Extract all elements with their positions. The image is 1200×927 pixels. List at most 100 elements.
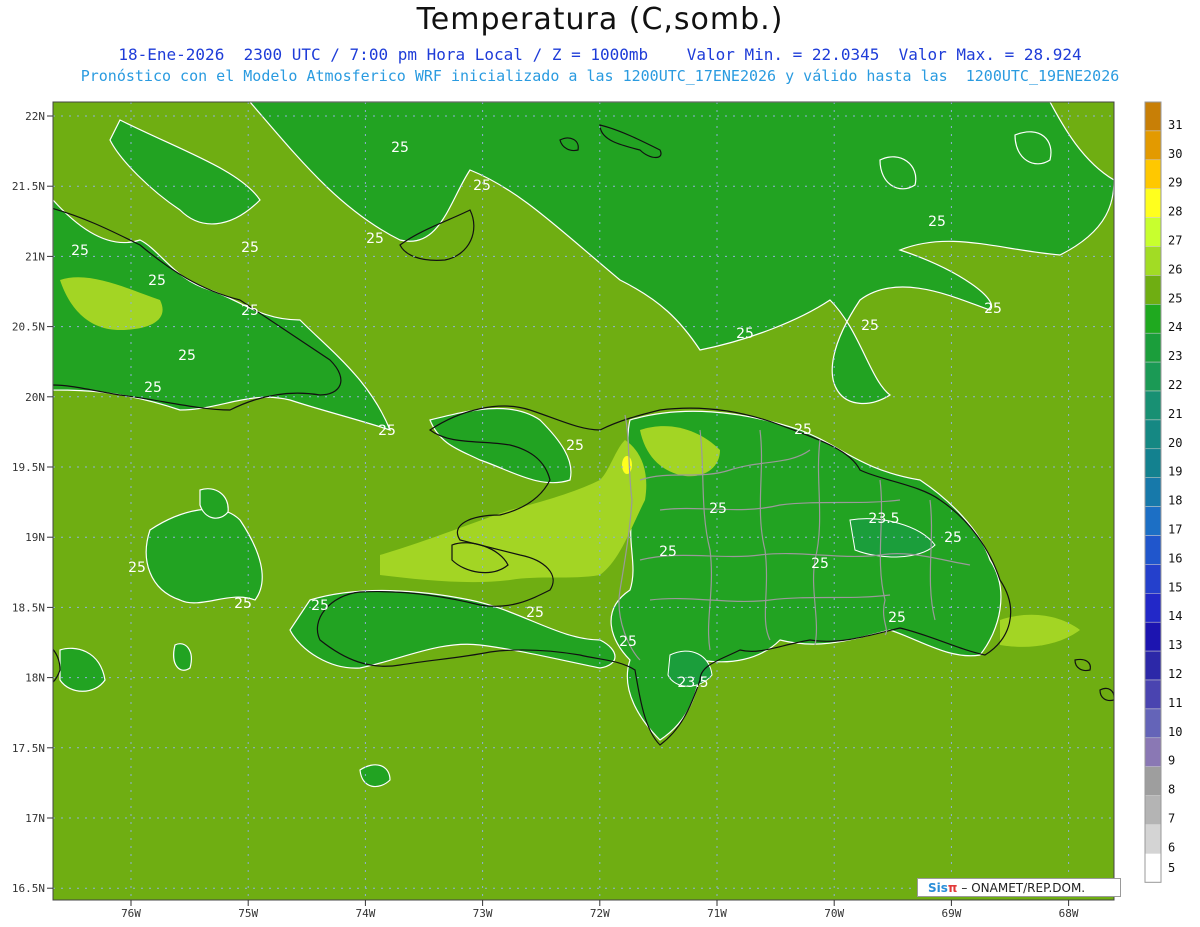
credit-brand-sis: Sis <box>928 881 948 895</box>
contour-value-label: 25 <box>311 598 329 614</box>
lon-tick-label: 73W <box>473 907 493 920</box>
colorbar-label: 13 <box>1168 638 1182 652</box>
lon-tick-label: 68W <box>1059 907 1079 920</box>
colorbar-swatch <box>1144 304 1162 334</box>
colorbar-label: 10 <box>1168 725 1182 739</box>
color-scale-legend: 31 30 29 28 27 26 25 24 23 22 21 20 19 18 17 16 15 14 13 12… <box>1144 101 1182 883</box>
colorbar-swatch <box>1144 506 1162 536</box>
lat-tick-label: 17.5N <box>12 742 45 755</box>
contour-value-label: 25 <box>378 423 396 439</box>
contour-value-label: 25 <box>366 231 384 247</box>
colorbar-swatch <box>1144 708 1162 739</box>
colorbar-swatch <box>1144 593 1162 623</box>
colorbar-swatch <box>1144 564 1162 594</box>
contour-value-label: 25 <box>234 596 252 612</box>
contour-value-label: 25 <box>659 544 677 560</box>
max-temp-spot <box>622 456 632 474</box>
credit-badge: Sisπ – ONAMET/REP.DOM. <box>917 878 1121 897</box>
contour-value-label: 25 <box>794 422 812 438</box>
lat-tick-label: 17N <box>25 812 45 825</box>
credit-brand-pi: π <box>947 881 958 895</box>
colorbar-swatch <box>1144 130 1162 161</box>
colorbar-swatch <box>1144 275 1162 305</box>
contour-value-label: 25 <box>928 214 946 230</box>
contour-value-label: 25 <box>148 273 166 289</box>
contour-value-label: 25 <box>71 243 89 259</box>
contour-value-label: 25 <box>128 560 146 576</box>
colorbar-label: 28 <box>1168 205 1182 219</box>
lon-tick-label: 70W <box>824 907 844 920</box>
colorbar-swatch <box>1144 332 1162 363</box>
colorbar-label: 20 <box>1168 436 1182 450</box>
lat-tick-label: 20N <box>25 391 45 404</box>
colorbar-swatch <box>1144 795 1162 825</box>
lat-tick-label: 21.5N <box>12 180 45 193</box>
colorbar-label: 7 <box>1168 812 1175 826</box>
colorbar-label: 22 <box>1168 378 1182 392</box>
lat-tick-label: 19N <box>25 531 45 544</box>
colorbar-label: 18 <box>1168 494 1182 508</box>
contour-value-label: 25 <box>984 301 1002 317</box>
credit-text: – ONAMET/REP.DOM. <box>961 881 1086 895</box>
colorbar-swatch <box>1144 217 1162 247</box>
colorbar-label: 29 <box>1168 176 1182 190</box>
colorbar-swatch <box>1144 419 1162 450</box>
west-24-small-b <box>173 643 192 671</box>
contour-value-label: 25 <box>944 530 962 546</box>
contour-value-label: 25 <box>811 556 829 572</box>
colorbar-label: 12 <box>1168 667 1182 681</box>
longitude-axis: 76W 75W 74W 73W 72W 71W 70W 69W 68W <box>121 900 1079 920</box>
colorbar-label: 11 <box>1168 696 1182 710</box>
contour-value-label: 25 <box>888 610 906 626</box>
colorbar-label: 26 <box>1168 262 1182 276</box>
colorbar-label: 14 <box>1168 609 1182 623</box>
colorbar-label: 19 <box>1168 465 1182 479</box>
temperature-map: 25 25 25 25 25 25 25 25 25 25 25 25 25 25 25 25 25 25 25 25… <box>12 101 1182 920</box>
contour-value-label: 25 <box>178 348 196 364</box>
contour-value-label: 25 <box>526 605 544 621</box>
colorbar-label: 27 <box>1168 234 1182 248</box>
colorbar-label: 8 <box>1168 783 1175 797</box>
lon-tick-label: 75W <box>238 907 258 920</box>
colorbar-label: 23 <box>1168 349 1182 363</box>
lon-tick-label: 74W <box>355 907 375 920</box>
latitude-axis: 22N 21.5N 21N 20.5N 20N 19.5N 19N 18.5N 18N 17.5N… <box>12 110 53 895</box>
lon-tick-label: 71W <box>707 907 727 920</box>
lat-tick-label: 19.5N <box>12 461 45 474</box>
colorbar-swatch <box>1144 535 1162 565</box>
colorbar-label: 30 <box>1168 147 1182 161</box>
colorbar-label: 31 <box>1168 118 1182 132</box>
lon-tick-label: 72W <box>590 907 610 920</box>
lat-tick-label: 18N <box>25 672 45 685</box>
colorbar-label: 25 <box>1168 291 1182 305</box>
contour-value-label: 25 <box>391 140 409 156</box>
colorbar-swatch <box>1144 737 1162 767</box>
lon-tick-label: 76W <box>121 907 141 920</box>
contour-value-label: 25 <box>619 634 637 650</box>
colorbar-swatch <box>1144 679 1162 710</box>
colorbar-swatch <box>1144 824 1162 854</box>
contour-value-label: 25 <box>144 380 162 396</box>
colorbar-swatch <box>1144 448 1162 478</box>
colorbar-swatch <box>1144 766 1162 796</box>
lat-tick-label: 22N <box>25 110 45 123</box>
contour-value-label: 25 <box>241 240 259 256</box>
lat-tick-label: 18.5N <box>12 601 45 614</box>
lon-tick-label: 69W <box>941 907 961 920</box>
colorbar-swatch <box>1144 188 1162 218</box>
colorbar-swatch <box>1144 477 1162 507</box>
colorbar-swatch <box>1144 159 1162 189</box>
colorbar-swatch <box>1144 650 1162 681</box>
colorbar-swatch <box>1144 361 1162 392</box>
lat-tick-label: 20.5N <box>12 321 45 334</box>
contour-value-label: 25 <box>736 326 754 342</box>
colorbar-swatch <box>1144 390 1162 421</box>
colorbar-label: 21 <box>1168 407 1182 421</box>
colorbar-label: 5 <box>1168 861 1175 875</box>
colorbar-label: 24 <box>1168 320 1182 334</box>
contour-value-label: 25 <box>241 303 259 319</box>
colorbar-label: 16 <box>1168 551 1182 565</box>
colorbar-swatch <box>1144 621 1162 652</box>
colorbar-swatch <box>1144 853 1162 883</box>
colorbar-label: 6 <box>1168 840 1175 854</box>
